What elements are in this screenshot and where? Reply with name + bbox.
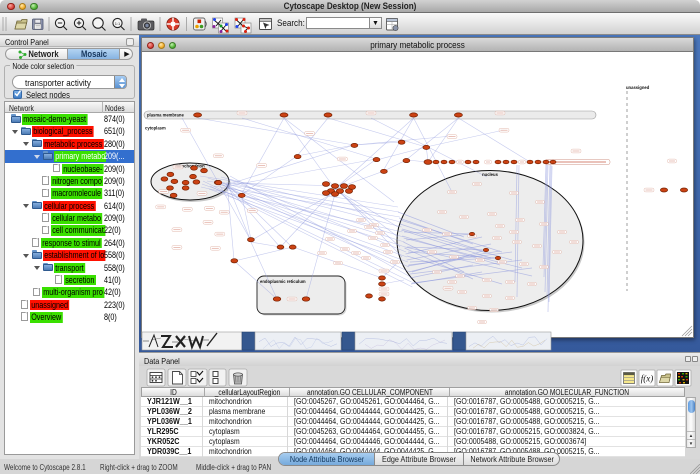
svg-text:1:1: 1:1 — [115, 21, 121, 26]
svg-text:f(x): f(x) — [641, 374, 654, 384]
